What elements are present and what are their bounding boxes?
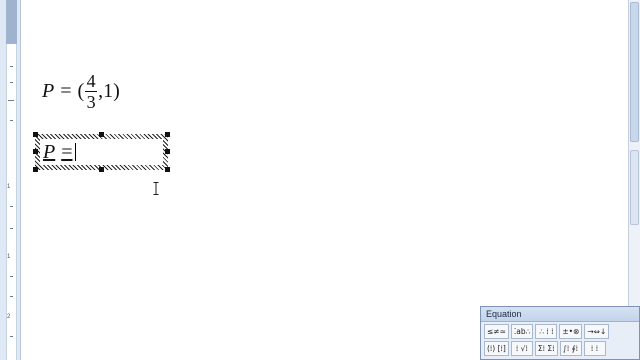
equation-p-point[interactable]: P = ( 4 3 ,1) <box>42 66 120 116</box>
resize-handle-bottom-right[interactable] <box>165 167 170 172</box>
scrollbar-track-segment[interactable] <box>630 150 639 225</box>
equation-edit-content[interactable]: P = <box>43 139 76 165</box>
equation-toolbar-title[interactable]: Equation <box>481 307 639 322</box>
ruler-number: 1 <box>7 254 11 260</box>
resize-handle-bottom[interactable] <box>99 167 104 172</box>
vertical-ruler[interactable]: 1 1 2 <box>0 0 21 360</box>
equation-variable: P <box>43 140 56 163</box>
ruler-tick <box>10 120 13 121</box>
relational-symbols-button[interactable]: ≤≠≈ <box>484 324 509 339</box>
ruler-page-strip <box>6 0 17 360</box>
integral-templates-button[interactable]: ∫⁞ ∮⁞ <box>559 341 582 356</box>
fraction-radical-templates-button[interactable]: ⁞ √⁞ <box>510 341 533 356</box>
equation-editor-object[interactable]: P = <box>33 132 170 172</box>
ruler-tick <box>10 66 13 67</box>
toolbar-row-symbols: ≤≠≈ ⁚ab∴ ∴ ⁞ ⁞ ±•⊗ →⇔↓ <box>481 322 639 339</box>
summation-templates-button[interactable]: Σ⁞ Σ⁞ <box>534 341 558 356</box>
toolbar-row-templates: (⁞) [⁞] ⁞ √⁞ Σ⁞ Σ⁞ ∫⁞ ∮⁞ ⁞ ⁞ <box>481 339 639 356</box>
equation-equals: = <box>60 79 72 102</box>
equation-open-paren: ( <box>77 79 85 102</box>
ruler-tick <box>10 336 13 337</box>
ruler-tick <box>10 228 13 229</box>
fraction-denominator: 3 <box>86 91 96 112</box>
fence-templates-button[interactable]: (⁞) [⁞] <box>484 341 509 356</box>
ruler-tick <box>8 100 14 101</box>
equation-toolbar[interactable]: Equation ≤≠≈ ⁚ab∴ ∴ ⁞ ⁞ ±•⊗ →⇔↓ (⁞) [⁞] … <box>480 306 640 360</box>
ruler-tick <box>10 296 13 297</box>
ruler-tick <box>10 206 13 207</box>
ruler-top-margin[interactable] <box>6 0 17 44</box>
word-document-window: 1 1 2 P = ( 4 3 ,1) P = Equation ≤≠≈ ⁚ab… <box>0 0 640 360</box>
spaces-ellipses-button[interactable]: ⁚ab∴ <box>510 324 534 339</box>
resize-handle-top[interactable] <box>99 132 104 137</box>
ruler-number: 1 <box>7 184 11 190</box>
resize-handle-bottom-left[interactable] <box>33 167 38 172</box>
ruler-tick <box>10 276 13 277</box>
equation-fraction: 4 3 <box>85 70 98 112</box>
underbar-overbar-templates-button[interactable]: ⁞ ⁞ <box>583 341 606 356</box>
resize-handle-top-right[interactable] <box>165 132 170 137</box>
equation-equals: = <box>61 140 73 163</box>
operator-symbols-button[interactable]: ±•⊗ <box>559 324 583 339</box>
equation-variable: P <box>42 79 55 102</box>
scrollbar-thumb[interactable] <box>630 2 639 142</box>
text-caret <box>74 143 76 161</box>
resize-handle-top-left[interactable] <box>33 132 38 137</box>
equation-tail: ,1) <box>98 79 120 102</box>
embellishments-button[interactable]: ∴ ⁞ ⁞ <box>535 324 558 339</box>
fraction-numerator: 4 <box>86 70 96 91</box>
arrow-symbols-button[interactable]: →⇔↓ <box>584 324 610 339</box>
ruler-tick <box>10 82 13 83</box>
resize-handle-left[interactable] <box>33 149 38 154</box>
ruler-number: 2 <box>7 314 11 320</box>
i-beam-cursor-icon <box>153 182 159 195</box>
resize-handle-right[interactable] <box>165 149 170 154</box>
